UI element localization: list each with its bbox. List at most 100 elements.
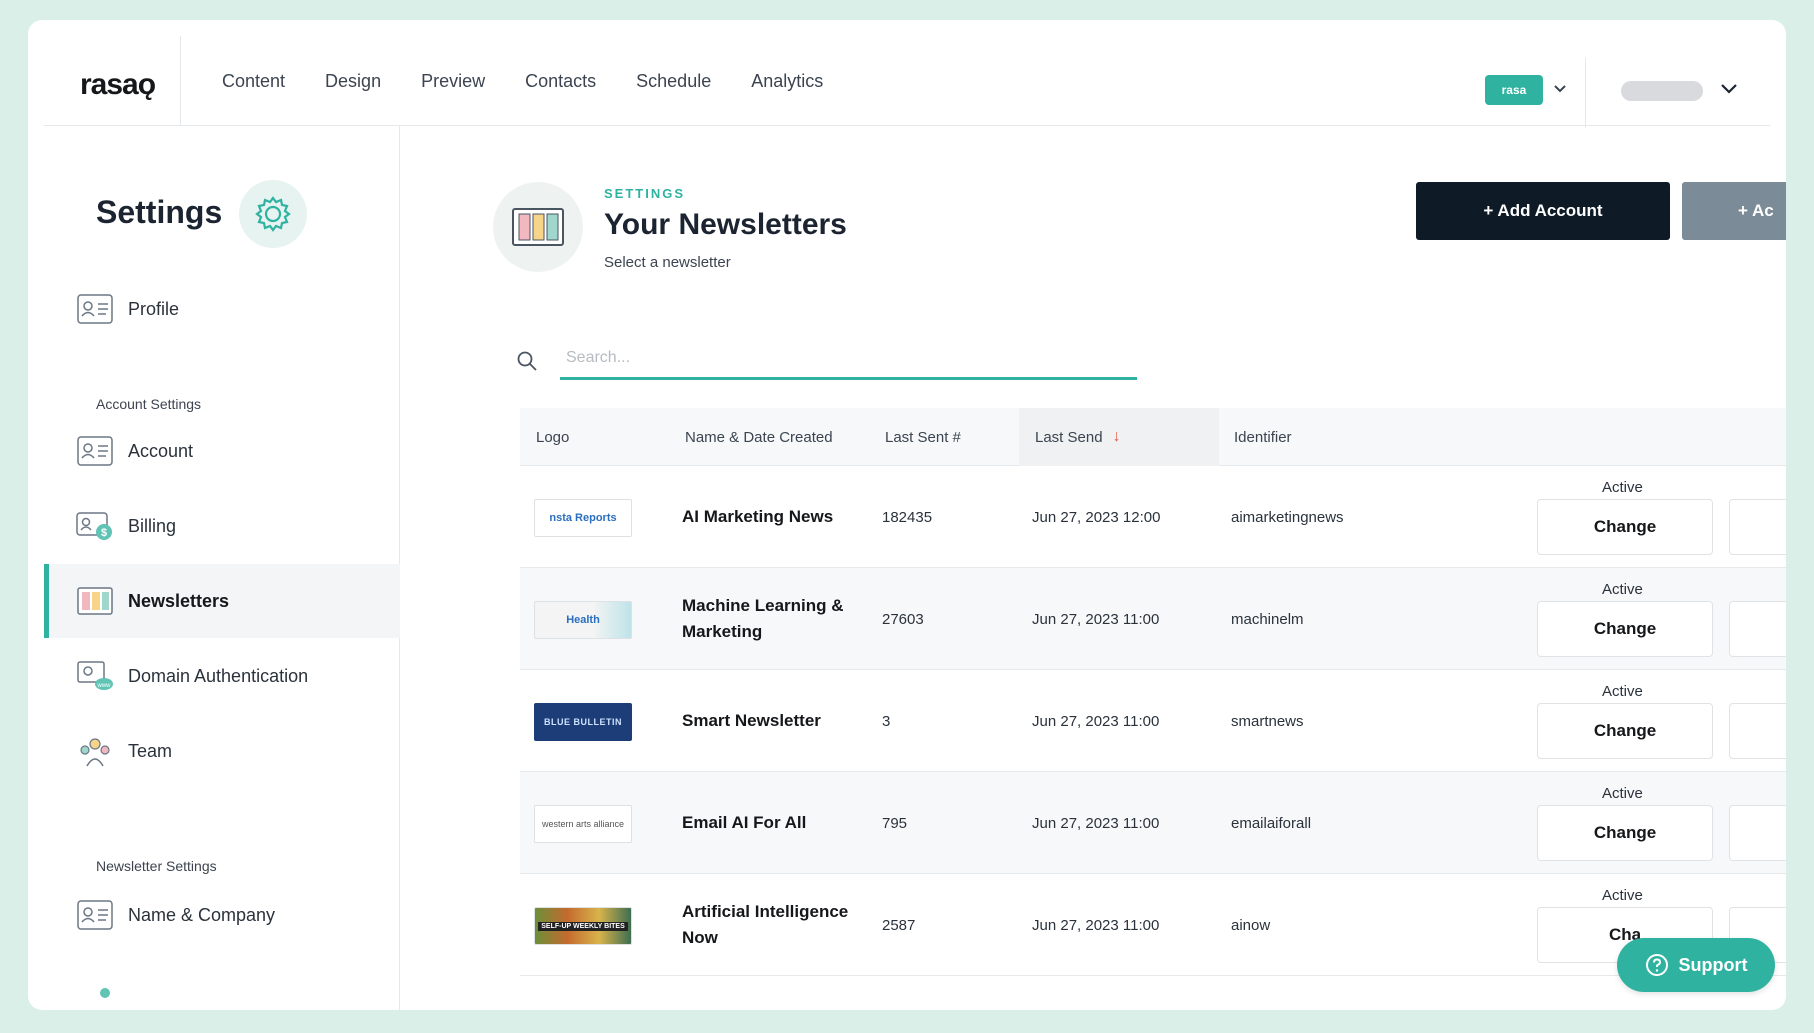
- secondary-row-button[interactable]: S: [1729, 805, 1786, 861]
- page-title: Your Newsletters: [604, 208, 847, 241]
- newsletter-logo-text: SELF-UP WEEKLY BITES: [538, 921, 628, 931]
- sidebar-item-label: Account: [128, 440, 194, 461]
- status-label: Active: [1602, 683, 1643, 700]
- last-send-date: Jun 27, 2023 11:00: [1032, 712, 1160, 730]
- secondary-row-button[interactable]: S: [1729, 499, 1786, 555]
- nav-contacts[interactable]: Contacts: [525, 71, 596, 92]
- page-subtitle: Select a newsletter: [604, 254, 731, 271]
- support-label: Support: [1678, 954, 1748, 975]
- sidebar-item-domain-authentication[interactable]: www Domain Authentication: [44, 639, 400, 713]
- newsletter-switcher-badge[interactable]: rasa: [1485, 75, 1543, 105]
- sidebar-item-team[interactable]: Team: [44, 714, 400, 788]
- sidebar-item-billing[interactable]: $ Billing: [44, 489, 400, 563]
- rasa-logo[interactable]: rasaǫ: [80, 68, 156, 102]
- column-header-last-sent[interactable]: Last Sent #: [885, 408, 961, 466]
- newsletter-settings-heading: Newsletter Settings: [96, 858, 217, 874]
- newsletter-name: Email AI For All: [682, 813, 807, 832]
- newsletter-logo-text: Health: [566, 614, 600, 626]
- newsletter-identifier: ainow: [1231, 916, 1271, 934]
- table-row[interactable]: SELF-UP WEEKLY BITES Artificial Intellig…: [520, 874, 1786, 976]
- newsletter-icon: [76, 583, 114, 619]
- newsletter-logo: Health: [534, 601, 632, 639]
- account-card-icon: [76, 433, 114, 469]
- secondary-row-button[interactable]: S: [1729, 703, 1786, 759]
- user-name-placeholder[interactable]: [1621, 81, 1703, 101]
- nav-content[interactable]: Content: [222, 71, 285, 92]
- sidebar-item-label: Name & Company: [128, 904, 276, 925]
- change-button-label: Change: [1593, 619, 1657, 638]
- partial-sidebar-icon: [100, 988, 110, 998]
- gear-icon: [239, 180, 307, 248]
- last-send-date: Jun 27, 2023 11:00: [1032, 814, 1160, 832]
- newsletter-logo-text: BLUE BULLETIN: [544, 717, 622, 727]
- newsletter-identifier: emailaiforall: [1231, 814, 1312, 832]
- sidebar-item-newsletters[interactable]: Newsletters: [44, 564, 400, 638]
- table-row[interactable]: nsta Reports AI Marketing News 182435 Ju…: [520, 466, 1786, 568]
- name-company-card-icon: [76, 897, 114, 933]
- change-button-label: Change: [1593, 721, 1657, 740]
- main-content: SETTINGS Your Newsletters Select a newsl…: [401, 126, 1786, 1010]
- newsletter-name: Machine Learning & Marketing: [682, 596, 844, 641]
- sidebar-item-name-company[interactable]: Name & Company: [44, 878, 400, 952]
- nav-design[interactable]: Design: [325, 71, 381, 92]
- account-settings-heading: Account Settings: [96, 396, 202, 412]
- change-button-label: Change: [1593, 517, 1657, 536]
- table-row[interactable]: BLUE BULLETIN Smart Newsletter 3 Jun 27,…: [520, 670, 1786, 772]
- user-menu-chevron-icon[interactable]: [1718, 78, 1740, 100]
- column-header-name[interactable]: Name & Date Created: [685, 408, 833, 466]
- status-label: Active: [1602, 581, 1643, 598]
- sidebar-item-label: Billing: [128, 515, 177, 536]
- divider: [1585, 58, 1586, 128]
- billing-icon: $: [76, 508, 114, 544]
- column-header-label: Last Send: [1035, 428, 1103, 446]
- change-button[interactable]: Change: [1537, 499, 1713, 555]
- last-sent-count: 182435: [882, 508, 933, 526]
- nav-analytics[interactable]: Analytics: [751, 71, 823, 92]
- last-send-date: Jun 27, 2023 11:00: [1032, 916, 1160, 934]
- nav-preview[interactable]: Preview: [421, 71, 485, 92]
- add-account-label: + Add Account: [1483, 201, 1603, 220]
- sort-descending-icon: ↓: [1112, 428, 1121, 445]
- last-send-date: Jun 27, 2023 12:00: [1032, 508, 1161, 526]
- change-button[interactable]: Change: [1537, 601, 1713, 657]
- add-account-button[interactable]: + Add Account: [1416, 182, 1670, 240]
- logo-text: rasa: [80, 68, 139, 101]
- chevron-down-icon[interactable]: [1551, 80, 1569, 98]
- last-sent-count: 2587: [882, 916, 916, 934]
- column-header-logo[interactable]: Logo: [536, 408, 569, 466]
- change-button[interactable]: Change: [1537, 805, 1713, 861]
- status-label: Active: [1602, 785, 1643, 802]
- help-circle-icon: [1645, 954, 1668, 976]
- team-icon: [76, 733, 114, 769]
- newsletter-identifier: machinelm: [1231, 610, 1304, 628]
- change-button[interactable]: Change: [1537, 703, 1713, 759]
- sidebar-item-label: Newsletters: [128, 590, 230, 611]
- sidebar-item-label: Team: [128, 740, 173, 761]
- support-button[interactable]: Support: [1617, 938, 1775, 992]
- newsletter-logo: SELF-UP WEEKLY BITES: [534, 907, 632, 945]
- table-row[interactable]: Health Machine Learning & Marketing 2760…: [520, 568, 1786, 670]
- add-secondary-label: + Ac: [1738, 201, 1774, 220]
- sidebar-item-account[interactable]: Account: [44, 414, 400, 488]
- search-input[interactable]: [560, 338, 1137, 380]
- sidebar-item-label: Profile: [128, 298, 180, 319]
- page-eyebrow: SETTINGS: [604, 186, 686, 201]
- add-secondary-button[interactable]: + Ac: [1682, 182, 1786, 240]
- last-sent-count: 795: [882, 814, 908, 832]
- column-header-last-send[interactable]: Last Send ↓: [1019, 408, 1219, 466]
- newsletter-name: Artificial Intelligence Now: [682, 902, 849, 947]
- divider: [180, 36, 181, 125]
- nav-schedule[interactable]: Schedule: [636, 71, 711, 92]
- newsletter-identifier: aimarketingnews: [1231, 508, 1344, 526]
- logo-mark-icon: ǫ: [137, 68, 156, 101]
- newsletter-identifier: smartnews: [1231, 712, 1304, 730]
- secondary-row-button[interactable]: S: [1729, 601, 1786, 657]
- settings-sidebar: Settings Profile Account Settings Accoun…: [44, 126, 400, 1010]
- newsletter-name: AI Marketing News: [682, 507, 834, 526]
- last-send-date: Jun 27, 2023 11:00: [1032, 610, 1160, 628]
- search-icon: [517, 351, 537, 371]
- column-header-identifier[interactable]: Identifier: [1234, 408, 1292, 466]
- newsletter-logo: BLUE BULLETIN: [534, 703, 632, 741]
- table-row[interactable]: western arts alliance Email AI For All 7…: [520, 772, 1786, 874]
- sidebar-item-profile[interactable]: Profile: [44, 272, 400, 346]
